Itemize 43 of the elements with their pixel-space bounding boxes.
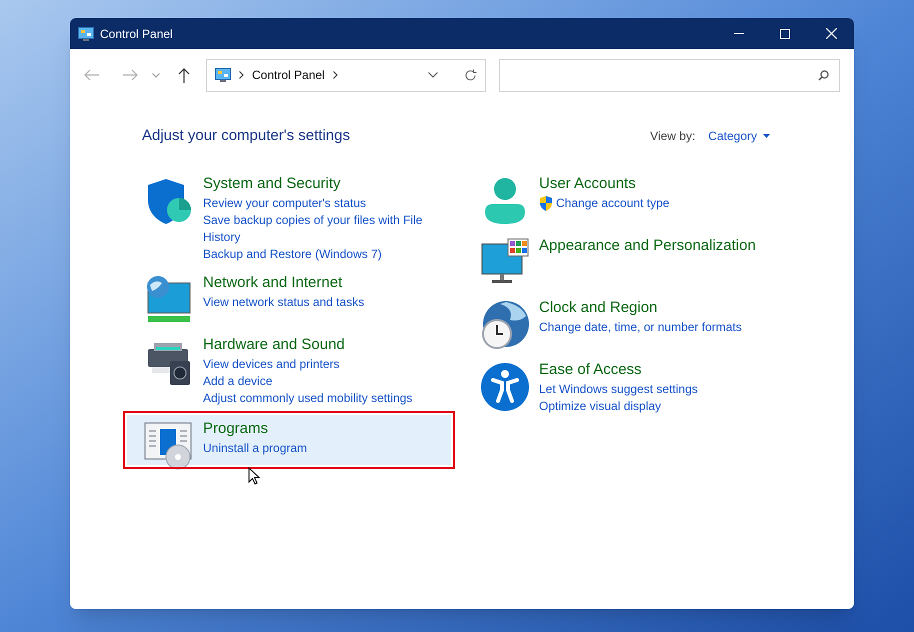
- category-link[interactable]: Adjust commonly used mobility settings: [203, 390, 412, 406]
- refresh-icon[interactable]: [464, 68, 477, 82]
- chevron-down-icon[interactable]: [428, 72, 438, 78]
- category-title[interactable]: Hardware and Sound: [203, 334, 412, 354]
- category-link[interactable]: View network status and tasks: [203, 294, 364, 310]
- category-link[interactable]: Optimize visual display: [539, 398, 662, 414]
- control-panel-icon: [78, 26, 94, 40]
- caret-icon: [763, 134, 770, 138]
- category-link[interactable]: Backup and Restore (Windows 7): [203, 246, 382, 262]
- category-title[interactable]: Network and Internet: [203, 272, 364, 292]
- address-path: Control Panel: [252, 67, 325, 84]
- window-title: Control Panel: [100, 26, 173, 42]
- category-link[interactable]: Review your computer's status: [203, 194, 366, 212]
- program-window-disc-icon: [144, 420, 194, 470]
- chevron-right-icon: [332, 71, 338, 79]
- maximize-icon: [780, 28, 790, 38]
- category-link[interactable]: Let Windows suggest settings: [539, 380, 698, 398]
- category-link[interactable]: Uninstall a program: [203, 440, 308, 456]
- globe-clock-icon: [480, 300, 530, 350]
- search-field[interactable]: [499, 58, 840, 92]
- category-title[interactable]: User Accounts: [539, 174, 670, 194]
- search-icon: [818, 70, 829, 80]
- page-heading: Adjust your computer's settings: [142, 126, 350, 146]
- close-icon: [826, 28, 836, 39]
- category-link[interactable]: Change account type: [556, 194, 670, 212]
- up-arrow-icon[interactable]: [178, 68, 190, 82]
- category-title[interactable]: Programs: [203, 418, 308, 438]
- category-link[interactable]: Save backup copies of your files with File History: [203, 212, 443, 246]
- accessibility-icon: [480, 362, 530, 412]
- category-title[interactable]: System and Security: [203, 174, 443, 194]
- category-link[interactable]: Change date, time, or number formats: [539, 318, 742, 336]
- category-title[interactable]: Clock and Region: [539, 298, 742, 318]
- mouse-cursor-icon: [248, 466, 260, 484]
- category-title[interactable]: Ease of Access: [539, 360, 698, 380]
- minimize-icon: [734, 33, 744, 34]
- category-title[interactable]: Appearance and Personalization: [539, 236, 756, 256]
- view-by-dropdown[interactable]: Category: [708, 127, 770, 146]
- chevron-right-icon: [239, 71, 244, 79]
- category-link[interactable]: Add a device: [203, 372, 272, 390]
- control-panel-icon: [215, 68, 231, 82]
- address-bar[interactable]: Control Panel: [206, 58, 486, 92]
- view-by-label: View by:: [650, 128, 696, 146]
- category-link[interactable]: View devices and printers: [203, 356, 340, 372]
